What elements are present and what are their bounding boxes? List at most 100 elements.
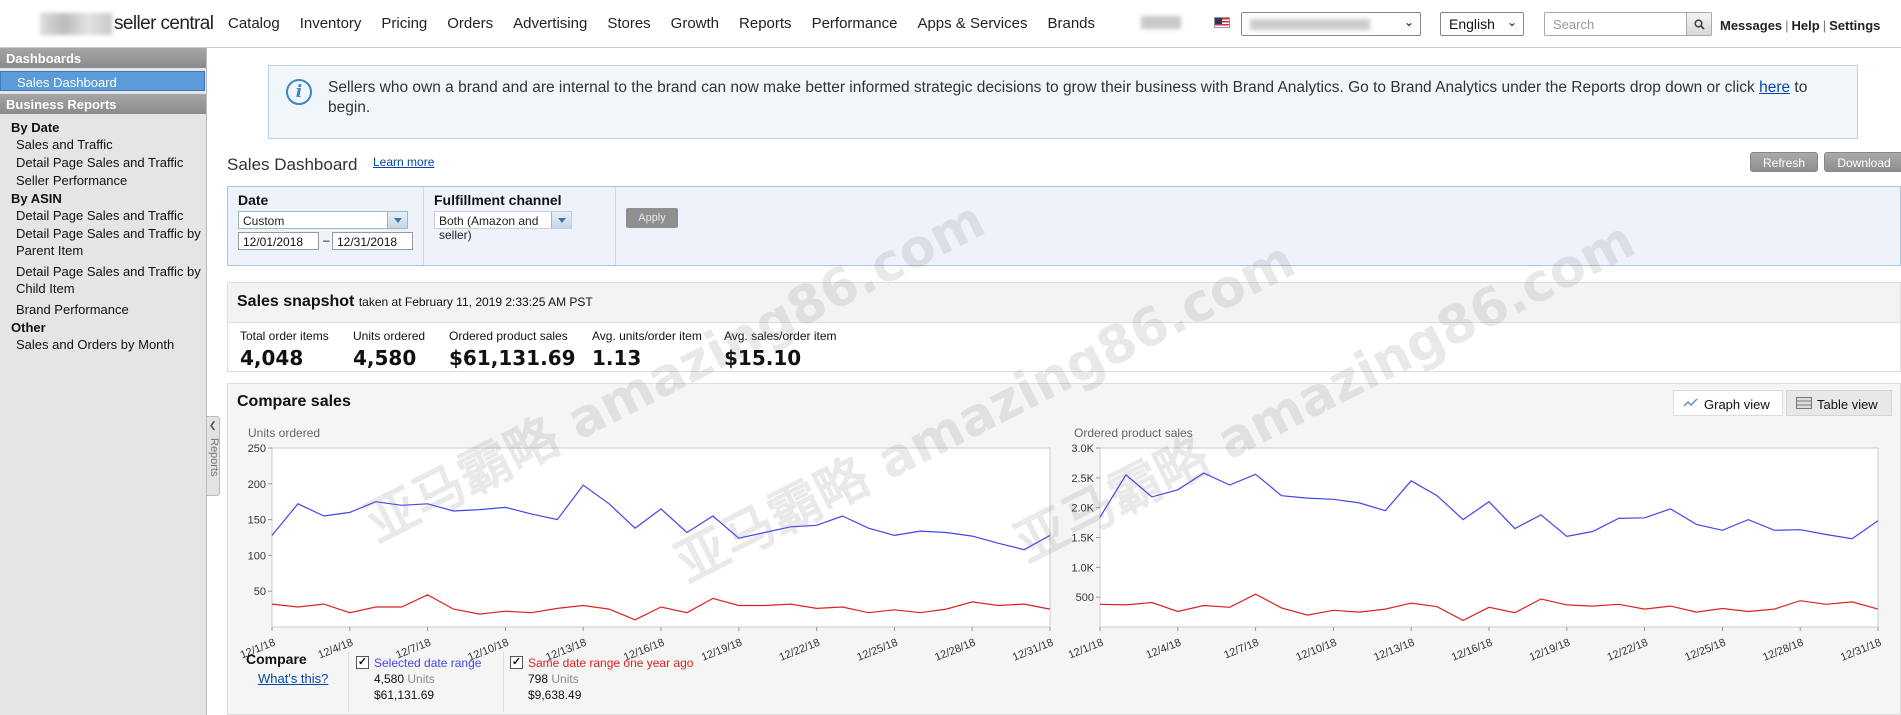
sidebar: Dashboards Sales Dashboard Business Repo… (0, 48, 207, 715)
whats-this-link[interactable]: What's this? (246, 671, 328, 686)
date-from-input[interactable]: 12/01/2018 (238, 232, 319, 250)
top-nav: seller central Catalog Inventory Pricing… (0, 0, 1901, 48)
fulfillment-channel-value: Both (Amazon and seller) (439, 214, 539, 242)
sidebar-item-asin-parent-item[interactable]: Detail Page Sales and Traffic by Parent … (0, 224, 206, 259)
metric-label: Avg. sales/order item (724, 329, 837, 343)
sidebar-item-detail-page-sales-traffic[interactable]: Detail Page Sales and Traffic (0, 153, 206, 171)
nav-catalog[interactable]: Catalog (228, 15, 280, 32)
last-year-units-word: Units (551, 672, 579, 686)
sidebar-item-sales-dashboard[interactable]: Sales Dashboard (0, 71, 205, 91)
last-year-units: 798 Units (528, 672, 579, 686)
x-tick-label: 12/19/18 (700, 637, 744, 664)
nav-inventory[interactable]: Inventory (300, 15, 362, 32)
sales-snapshot-panel: Sales snapshot taken at February 11, 201… (227, 282, 1901, 372)
sidebar-item-sales-orders-by-month[interactable]: Sales and Orders by Month (0, 335, 206, 353)
last-year-text: Same date range one year ago (528, 656, 694, 670)
selected-units-value: 4,580 (374, 672, 405, 686)
x-tick-label: 12/16/18 (1450, 637, 1494, 664)
date-separator: – (323, 233, 330, 247)
sidebar-heading-dashboards: Dashboards (0, 48, 206, 68)
nav-advertising[interactable]: Advertising (513, 15, 587, 32)
messages-link[interactable]: Messages (1720, 18, 1782, 33)
logo-redacted (40, 13, 112, 35)
x-tick-label: 12/13/18 (1372, 637, 1416, 664)
search-icon (1694, 19, 1705, 30)
apply-button[interactable]: Apply (626, 208, 678, 228)
last-year-checkbox[interactable]: ✓ (510, 656, 523, 669)
y-tick-label: 2.0K (1071, 503, 1094, 515)
language-select[interactable]: English ⌄ (1440, 12, 1524, 36)
refresh-button[interactable]: Refresh (1750, 152, 1818, 172)
fulfillment-channel-select[interactable]: Both (Amazon and seller) (434, 211, 572, 242)
nav-reports[interactable]: Reports (739, 15, 792, 32)
learn-more-link[interactable]: Learn more (373, 155, 434, 169)
seller-central-logo[interactable]: seller central (40, 10, 214, 38)
nav-pricing[interactable]: Pricing (381, 15, 427, 32)
nav-stores[interactable]: Stores (607, 15, 650, 32)
nav-performance[interactable]: Performance (812, 15, 898, 32)
sidebar-item-brand-performance[interactable]: Brand Performance (0, 300, 206, 318)
metric-units-ordered: Units ordered 4,580 (353, 329, 425, 370)
reports-collapse-tab[interactable]: ❮ Reports (207, 416, 220, 496)
nav-orders[interactable]: Orders (447, 15, 493, 32)
x-tick-label: 12/22/18 (1606, 637, 1650, 664)
date-to-input[interactable]: 12/31/2018 (332, 232, 413, 250)
compare-sales-panel: Compare sales Graph view Table view Unit… (227, 383, 1901, 715)
download-button[interactable]: Download (1824, 152, 1901, 172)
x-tick-label: 12/28/18 (1761, 637, 1805, 664)
marketplace-select[interactable]: ⌄ (1241, 12, 1421, 36)
selected-range-units: 4,580 Units (374, 672, 435, 686)
x-tick-label: 12/19/18 (1528, 637, 1572, 664)
date-range-select[interactable]: Custom (238, 211, 408, 229)
x-tick-label: 12/25/18 (855, 637, 899, 664)
sidebar-item-asin-child-item[interactable]: Detail Page Sales and Traffic by Child I… (0, 262, 206, 297)
date-label: Date (238, 192, 269, 208)
logo-text: seller central (114, 13, 214, 34)
banner-text: Sellers who own a brand and are internal… (328, 79, 1760, 96)
x-tick-label: 12/1/18 (1067, 637, 1106, 662)
nav-brands[interactable]: Brands (1047, 15, 1095, 32)
x-tick-label: 12/25/18 (1683, 637, 1727, 664)
metric-value: $15.10 (724, 346, 802, 370)
search-input[interactable]: Search (1544, 12, 1687, 36)
selected-range-sales: $61,131.69 (374, 688, 435, 702)
us-flag-icon (1214, 17, 1230, 28)
settings-link[interactable]: Settings (1829, 18, 1880, 33)
snapshot-header: Sales snapshot taken at February 11, 201… (228, 283, 1900, 323)
x-tick-label: 12/31/18 (1011, 637, 1055, 664)
top-links: Messages | Help | Settings (1720, 18, 1881, 33)
sidebar-group-by-asin: By ASIN (11, 191, 62, 206)
sidebar-item-seller-performance[interactable]: Seller Performance (0, 171, 206, 189)
date-range-value: Custom (243, 214, 285, 228)
help-link[interactable]: Help (1792, 18, 1820, 33)
y-tick-label: 1.0K (1071, 562, 1094, 574)
metric-value: 4,048 (240, 346, 304, 370)
nav-growth[interactable]: Growth (671, 15, 719, 32)
marketplace-redacted (1250, 19, 1370, 30)
search-button[interactable] (1686, 12, 1712, 36)
metric-label: Units ordered (353, 329, 426, 343)
metric-value: 4,580 (353, 346, 417, 370)
dropdown-arrow-icon (387, 212, 407, 228)
brand-analytics-banner: i Sellers who own a brand and are intern… (268, 65, 1858, 139)
ordered-sales-chart: 500 1.0K 1.5K 2.0K 2.5K 3.0K 12/1/18 12/4/18 12/… (1067, 443, 1884, 664)
snapshot-timestamp: taken at February 11, 2019 2:33:25 AM PS… (358, 295, 593, 309)
info-icon: i (286, 79, 312, 105)
x-tick-label: 12/4/18 (1144, 637, 1183, 662)
nav-apps-services[interactable]: Apps & Services (917, 15, 1027, 32)
snapshot-title: Sales snapshot (237, 293, 355, 310)
divider (615, 187, 616, 265)
sidebar-item-sales-and-traffic[interactable]: Sales and Traffic (0, 135, 206, 153)
selected-range-checkbox[interactable]: ✓ (356, 656, 369, 669)
chevron-left-icon: ❮ (209, 420, 217, 430)
metric-avg-sales-per-item: Avg. sales/order item $15.10 (724, 329, 837, 370)
y-tick-label: 2.5K (1071, 473, 1094, 485)
sidebar-item-asin-detail-page[interactable]: Detail Page Sales and Traffic (0, 206, 206, 224)
y-tick-label: 1.5K (1071, 533, 1094, 545)
metric-label: Ordered product sales (449, 329, 568, 343)
last-year-label: Same date range one year ago (528, 656, 693, 670)
compare-label: Compare (246, 651, 307, 667)
metric-value: 1.13 (592, 346, 642, 370)
page-title: Sales Dashboard (227, 155, 358, 174)
banner-here-link[interactable]: here (1759, 79, 1790, 96)
